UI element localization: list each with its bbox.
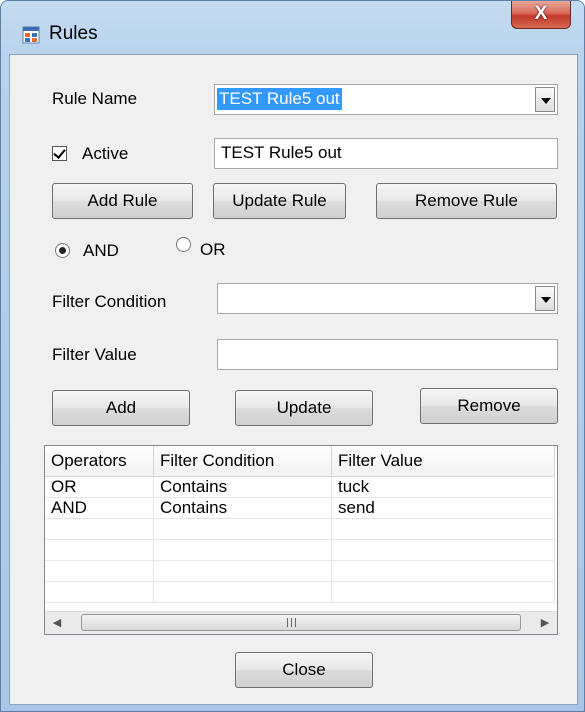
chevron-down-icon[interactable] xyxy=(535,87,555,112)
arrow-left-icon[interactable]: ◀ xyxy=(47,614,67,632)
update-filter-button[interactable]: Update xyxy=(235,390,373,426)
form-window-icon xyxy=(22,26,40,44)
table-cell: Contains xyxy=(153,476,332,498)
grid-header-row: Operators Filter Condition Filter Value xyxy=(45,446,555,477)
table-cell: OR xyxy=(45,476,154,498)
window-title: Rules xyxy=(49,23,98,44)
column-header-operators[interactable]: Operators xyxy=(45,446,154,477)
table-row xyxy=(45,539,555,561)
remove-filter-button[interactable]: Remove xyxy=(420,388,558,424)
rule-name-value: TEST Rule5 out xyxy=(217,88,342,110)
column-header-filter-condition[interactable]: Filter Condition xyxy=(153,446,332,477)
add-filter-button[interactable]: Add xyxy=(52,390,190,426)
horizontal-scrollbar[interactable]: ◀ ▶ xyxy=(45,611,557,634)
and-radio[interactable] xyxy=(55,243,70,258)
or-radio[interactable] xyxy=(176,237,191,252)
arrow-right-icon[interactable]: ▶ xyxy=(535,614,555,632)
or-label: OR xyxy=(200,240,226,259)
window-close-button[interactable]: X xyxy=(511,1,571,29)
table-cell: tuck xyxy=(331,476,555,498)
table-row xyxy=(45,560,555,582)
rule-name-combobox[interactable]: TEST Rule5 out xyxy=(214,84,558,115)
table-row xyxy=(45,518,555,540)
grip-icon xyxy=(287,618,299,627)
active-label: Active xyxy=(82,144,129,163)
chevron-down-icon[interactable] xyxy=(535,286,555,311)
filter-condition-value xyxy=(220,287,224,289)
scrollbar-thumb[interactable] xyxy=(81,614,521,631)
rules-dialog: Rules X Rule Name TEST Rule5 out Active … xyxy=(0,0,585,712)
remove-rule-button[interactable]: Remove Rule xyxy=(376,183,557,219)
filter-value-field[interactable] xyxy=(217,339,558,370)
and-label: AND xyxy=(83,241,119,260)
table-cell: send xyxy=(331,497,555,519)
table-cell: Contains xyxy=(153,497,332,519)
active-checkbox[interactable] xyxy=(52,146,67,161)
filter-condition-label: Filter Condition xyxy=(52,292,167,311)
filters-table: Operators Filter Condition Filter Value … xyxy=(45,446,555,603)
column-header-filter-value[interactable]: Filter Value xyxy=(331,446,555,477)
filter-condition-combobox[interactable] xyxy=(217,283,558,314)
table-row xyxy=(45,581,555,603)
rule-name-label: Rule Name xyxy=(52,89,138,108)
close-button[interactable]: Close xyxy=(235,652,373,688)
add-rule-button[interactable]: Add Rule xyxy=(52,183,193,219)
table-cell: AND xyxy=(45,497,154,519)
active-rule-name-field[interactable]: TEST Rule5 out xyxy=(214,138,558,169)
table-row[interactable]: OR Contains tuck xyxy=(45,476,555,498)
update-rule-button[interactable]: Update Rule xyxy=(213,183,346,219)
table-row[interactable]: AND Contains send xyxy=(45,497,555,519)
filter-value-label: Filter Value xyxy=(52,345,137,364)
filters-grid[interactable]: Operators Filter Condition Filter Value … xyxy=(44,445,558,635)
